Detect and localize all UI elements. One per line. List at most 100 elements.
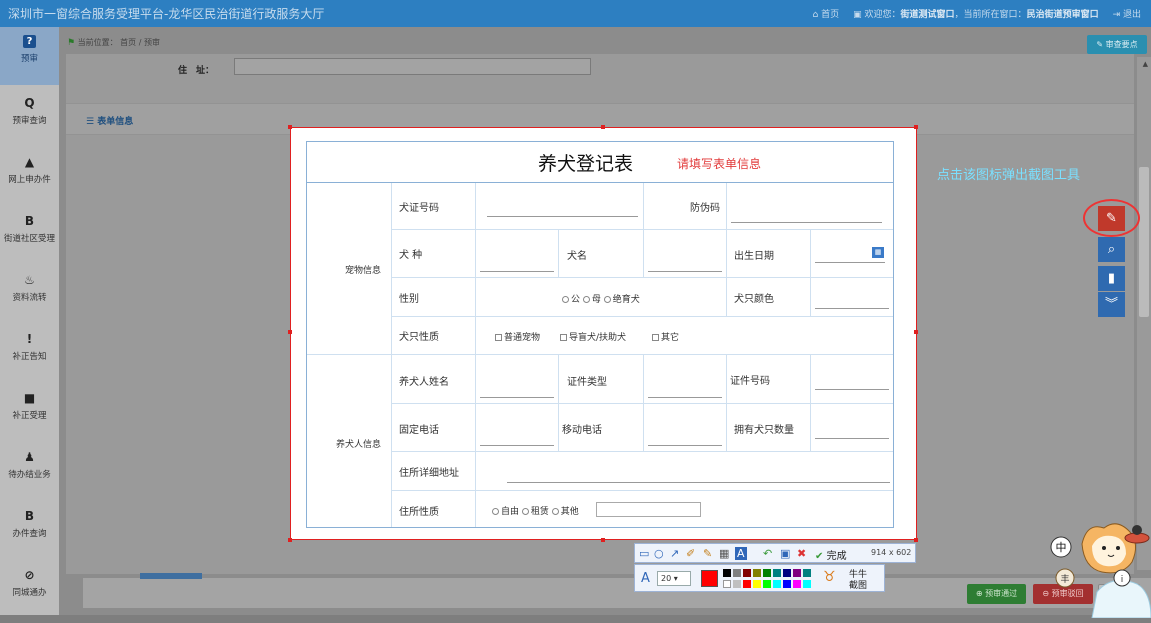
sidebar-item-case-query[interactable]: B 办件查询 [0, 501, 59, 559]
search-icon[interactable]: ⌕ [1098, 237, 1125, 262]
resize-handle[interactable] [601, 538, 605, 542]
resize-handle[interactable] [914, 125, 918, 129]
brush-tool-icon[interactable]: ✐ [686, 547, 695, 560]
color-swatch[interactable] [763, 569, 771, 577]
color-swatch[interactable] [803, 580, 811, 588]
dog-count-input[interactable] [815, 438, 889, 439]
nature-option-other[interactable]: 其它 [652, 330, 679, 343]
resize-handle[interactable] [288, 538, 292, 542]
undo-icon[interactable]: ↶ [763, 547, 772, 560]
done-button[interactable]: ✔ 完成 [815, 547, 847, 562]
highlighter-tool-icon[interactable]: ✎ [703, 547, 712, 560]
gender-options: 公 母 绝育犬 [562, 292, 640, 305]
color-swatch[interactable] [723, 580, 731, 588]
sidebar-item-correction-accept[interactable]: ■ 补正受理 [0, 383, 59, 441]
color-swatch[interactable] [723, 569, 731, 577]
resize-handle[interactable] [288, 125, 292, 129]
scrollbar[interactable] [1137, 57, 1151, 570]
flag-icon: ⚑ [67, 38, 76, 48]
dog-name-input[interactable] [648, 271, 722, 272]
color-swatch[interactable] [753, 580, 761, 588]
sidebar-item-correction-notice[interactable]: ! 补正告知 [0, 324, 59, 382]
current-color-swatch[interactable] [701, 570, 718, 587]
breadcrumb-home[interactable]: 首页 [120, 38, 136, 47]
resize-handle[interactable] [601, 125, 605, 129]
gender-radio-neutered[interactable]: 绝育犬 [603, 295, 640, 305]
mobile-label: 移动电话 [562, 425, 602, 436]
ellipse-tool-icon[interactable]: ○ [654, 547, 664, 560]
sidebar-item-street-accept[interactable]: B 街道社区受理 [0, 206, 59, 264]
snip-options-bar: A 20 ▾ ♉ 牛牛 截图 [634, 564, 885, 592]
residence-radio-other[interactable]: 其他 [551, 507, 579, 517]
address-input[interactable] [234, 58, 591, 75]
owner-name-input[interactable] [480, 397, 554, 398]
gender-radio-male[interactable]: 公 [562, 295, 580, 305]
sidebar-item-material-flow[interactable]: ♨ 资料流转 [0, 265, 59, 323]
sidebar-item-prereview[interactable]: ? 预审 [0, 27, 59, 85]
residence-radio-own[interactable]: 自由 [492, 507, 519, 517]
color-swatch[interactable] [783, 569, 791, 577]
radio-icon [562, 296, 569, 303]
sidebar-item-pending[interactable]: ♟ 待办结业务 [0, 442, 59, 500]
color-input[interactable] [815, 308, 889, 309]
row-divider [307, 354, 893, 355]
checkbox-icon [652, 334, 659, 341]
sidebar-item-prereview-query[interactable]: Q 预审查询 [0, 88, 59, 146]
mobile-input[interactable] [648, 445, 722, 446]
color-swatch[interactable] [763, 580, 771, 588]
scrollbar-thumb[interactable] [1139, 167, 1149, 317]
font-size-select[interactable]: 20 ▾ [657, 571, 691, 586]
rectangle-tool-icon[interactable]: ▭ [639, 547, 649, 560]
color-swatch[interactable] [753, 569, 761, 577]
home-link[interactable]: ⌂ 首页 [813, 7, 840, 20]
color-swatch[interactable] [773, 580, 781, 588]
address-detail-input[interactable] [507, 482, 890, 483]
double-chevron-down-icon[interactable]: ︾ [1098, 292, 1125, 317]
anti-fake-input[interactable] [731, 222, 882, 223]
color-swatch[interactable] [793, 580, 801, 588]
breed-input[interactable] [480, 271, 554, 272]
id-type-input[interactable] [648, 397, 722, 398]
sidebar-item-online-apply[interactable]: ▲ 网上申办件 [0, 147, 59, 205]
save-icon[interactable]: ▣ [780, 547, 790, 560]
calendar-icon[interactable]: ▦ [872, 247, 884, 258]
nature-option-guide[interactable]: 导盲犬/扶助犬 [560, 330, 626, 343]
font-icon: A [641, 571, 650, 586]
resize-handle[interactable] [914, 330, 918, 334]
logout-link[interactable]: ⇥ 退出 [1113, 7, 1141, 20]
col-divider [558, 354, 559, 451]
text-tool-icon[interactable]: A [735, 547, 747, 560]
dog-count-label: 拥有犬只数量 [734, 425, 794, 436]
pass-button[interactable]: ⊕ 预审通过 [967, 584, 1026, 604]
color-swatch[interactable] [793, 569, 801, 577]
id-no-input[interactable] [815, 389, 889, 390]
license-no-input[interactable] [487, 216, 638, 217]
cancel-icon[interactable]: ✖ [797, 547, 806, 560]
nature-option-pet[interactable]: 普通宠物 [495, 330, 540, 343]
bookmark-icon[interactable]: ▮ [1098, 266, 1125, 291]
sidebar-item-same-city[interactable]: ⊘ 同城通办 [0, 560, 59, 618]
color-swatch[interactable] [743, 580, 751, 588]
color-swatch[interactable] [773, 569, 781, 577]
col-divider [726, 354, 727, 451]
arrow-tool-icon[interactable]: ↗ [670, 547, 679, 560]
phone-label: 固定电话 [399, 425, 439, 436]
birth-date-input[interactable] [815, 262, 885, 263]
dog-name-label: 犬名 [567, 251, 587, 262]
residence-radio-rent[interactable]: 租赁 [521, 507, 549, 517]
color-swatch[interactable] [743, 569, 751, 577]
color-swatch[interactable] [733, 569, 741, 577]
gender-radio-female[interactable]: 母 [582, 295, 601, 305]
color-swatch[interactable] [803, 569, 811, 577]
color-swatch[interactable] [783, 580, 791, 588]
color-swatch[interactable] [733, 580, 741, 588]
mosaic-tool-icon[interactable]: ▦ [719, 547, 729, 560]
review-points-button[interactable]: ✎ 审查要点 [1087, 35, 1147, 54]
row-divider [391, 403, 893, 404]
resize-handle[interactable] [288, 330, 292, 334]
form-hint: 请填写表单信息 [677, 157, 762, 171]
phone-input[interactable] [480, 445, 554, 446]
residence-other-input[interactable] [596, 502, 701, 517]
resize-handle[interactable] [914, 538, 918, 542]
scroll-up-icon[interactable]: ▲ [1143, 60, 1148, 68]
